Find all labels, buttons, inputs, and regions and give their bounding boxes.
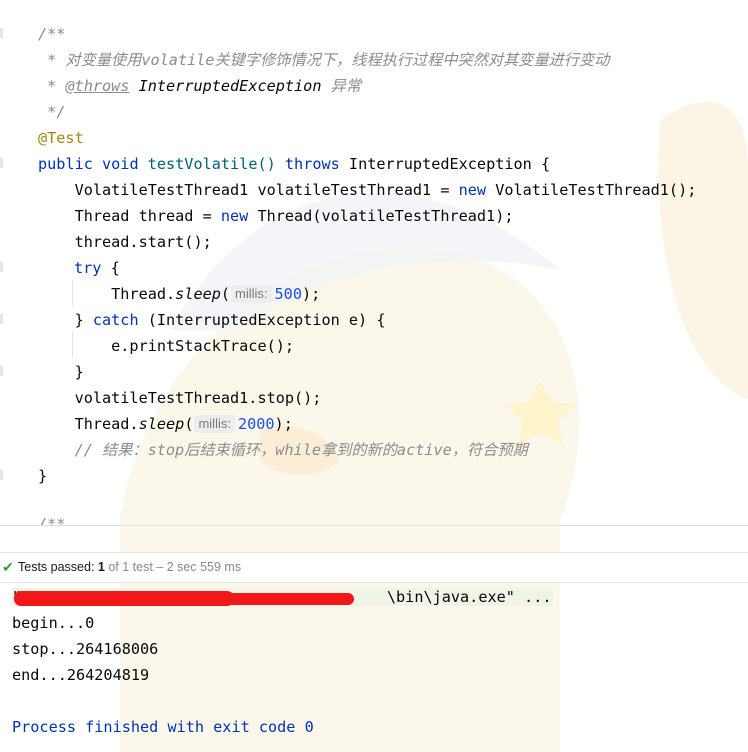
code-line-16: Thread.sleep(millis: 2000); (38, 415, 293, 433)
console-output-line: end...264204819 (12, 666, 150, 684)
console-output-line: begin...0 (12, 614, 95, 632)
code-line-13: e.printStackTrace(); (38, 337, 295, 355)
code-line-11: Thread.sleep(millis: 500); (38, 285, 321, 303)
code-line-6: public void testVolatile() throws Interr… (38, 155, 551, 173)
code-line-3: * @throws InterruptedException 异常 (38, 77, 362, 95)
code-line-19: /** (38, 515, 66, 525)
code-line-10: try { (74, 259, 120, 277)
test-annotation: @Test (38, 129, 84, 147)
code-line-18: } (38, 467, 48, 485)
code-line-7: VolatileTestThread1 volatileTestThread1 … (38, 181, 697, 199)
code-line-5: @Test (38, 125, 84, 151)
fold-marker[interactable] (0, 314, 3, 324)
code-line-17: // 结果：stop后结束循环，while拿到的新的active，符合预期 (38, 437, 528, 463)
code-line-1: /** (38, 25, 66, 43)
method-name: testVolatile() (138, 155, 285, 173)
code-editor[interactable]: /** * 对变量使用volatile关键字修饰情况下，线程执行过程中突然对其变… (0, 0, 748, 525)
process-exit-message: Process finished with exit code 0 (12, 718, 314, 736)
parameter-hint: millis: (194, 415, 235, 433)
redaction-mark (178, 593, 354, 605)
javadoc-throws-tag[interactable]: @throws (65, 77, 129, 95)
fold-marker[interactable] (0, 28, 3, 38)
code-line-15: volatileTestThread1.stop(); (38, 389, 322, 407)
code-line-8: Thread thread = new Thread(volatileTestT… (38, 207, 514, 225)
code-line-4: */ (38, 103, 66, 121)
fold-marker[interactable] (0, 470, 3, 480)
code-line-9: thread.start(); (38, 233, 212, 251)
fold-marker[interactable] (0, 262, 3, 272)
run-console[interactable]: " \bin\java.exe" ... begin...0 stop...26… (0, 582, 748, 752)
line-comment: // 结果：stop后结束循环，while拿到的新的active，符合预期 (38, 441, 528, 459)
check-icon: ✔ (2, 559, 14, 575)
panel-splitter[interactable] (0, 525, 748, 526)
fold-marker[interactable] (0, 158, 3, 168)
fold-marker[interactable] (0, 366, 3, 376)
test-status-bar: ✔ Tests passed: 1 of 1 test – 2 sec 559 … (0, 552, 748, 583)
console-output-line: stop...264168006 (12, 640, 159, 658)
code-line-14: } (38, 363, 84, 381)
parameter-hint: millis: (231, 285, 272, 303)
code-line-2: * 对变量使用volatile关键字修饰情况下，线程执行过程中突然对其变量进行变… (38, 51, 610, 69)
test-result-summary[interactable]: Tests passed: 1 of 1 test – 2 sec 559 ms (18, 553, 241, 582)
code-line-12: } catch (InterruptedException e) { (38, 311, 386, 329)
